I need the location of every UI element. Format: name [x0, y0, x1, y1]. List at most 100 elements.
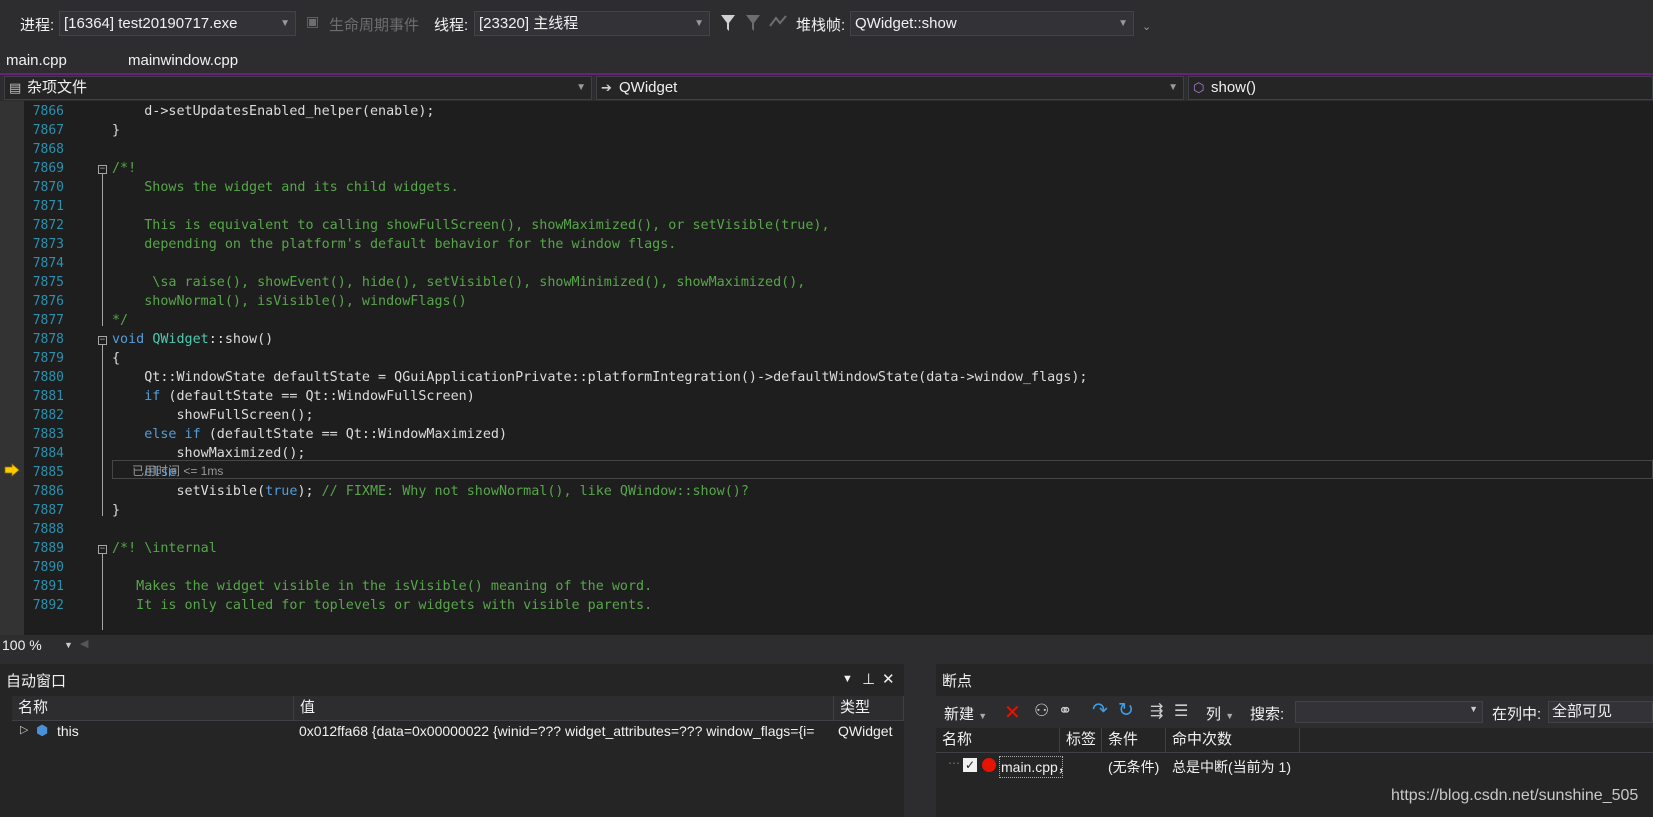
code-line[interactable]: void QWidget::show() — [112, 330, 273, 350]
process-select[interactable]: [16364] test20190717.exe ▼ — [59, 11, 296, 36]
filter-clear-icon[interactable] — [745, 14, 761, 32]
line-number: 7892 — [32, 598, 64, 613]
tab-mainwindow-cpp[interactable]: mainwindow.cpp — [128, 52, 238, 69]
line-number: 7877 — [32, 313, 64, 328]
method-icon: ⬡ — [1193, 80, 1205, 95]
thread-label: 线程: — [434, 17, 469, 34]
watermark: https://blog.csdn.net/sunshine_505 — [1391, 787, 1639, 804]
table-row[interactable]: ⋯ ✓ main.cpp，行 8 (无条件) 总是中断(当前为 1) — [936, 754, 1653, 778]
thread-flag-icon[interactable] — [769, 14, 787, 30]
delete-all-icon[interactable]: ⚇ — [1034, 701, 1049, 721]
code-editor[interactable]: 7866 d->setUpdatesEnabled_helper(enable)… — [0, 101, 1653, 635]
code-line[interactable]: Qt::WindowState defaultState = QGuiAppli… — [112, 368, 1087, 388]
col-hit-count[interactable]: 命中次数 — [1166, 728, 1300, 752]
chevron-down-icon: ▼ — [694, 18, 704, 29]
autos-header: 名称 值 类型 — [12, 696, 904, 721]
fold-guide — [102, 174, 103, 326]
breakpoint-hit-count: 总是中断(当前为 1) — [1172, 759, 1291, 775]
search-label: 搜索: — [1250, 706, 1285, 723]
code-line[interactable]: depending on the platform's default beha… — [112, 235, 676, 255]
close-icon[interactable]: ✕ — [882, 670, 895, 688]
line-number: 7866 — [32, 104, 64, 119]
export-icon[interactable]: ↷ — [1092, 699, 1108, 722]
col-labels[interactable]: 标签 — [1060, 728, 1102, 752]
code-line[interactable]: showNormal(), isVisible(), windowFlags() — [112, 292, 467, 312]
code-line[interactable]: else if (defaultState == Qt::WindowMaxim… — [112, 425, 507, 445]
member-select[interactable]: ⬡ show() — [1188, 76, 1653, 100]
tab-main-cpp[interactable]: main.cpp — [6, 52, 67, 69]
lifecycle-events-button[interactable]: 生命周期事件 — [329, 14, 419, 35]
fold-toggle-icon[interactable]: − — [98, 545, 107, 554]
breakpoints-header: 名称 标签 条件 命中次数 — [936, 728, 1653, 753]
code-line[interactable]: d->setUpdatesEnabled_helper(enable); — [112, 102, 434, 122]
code-line[interactable]: } — [112, 501, 120, 521]
breakpoints-toolbar: 新建 ▼ ✕ ⚇ ⚭ ↷ ↻ ⇶ ☰ 列 ▼ 搜索: ▼ 在列中: 全部可见 — [936, 696, 1653, 728]
code-line[interactable]: /*! \internal — [112, 539, 217, 559]
fold-toggle-icon[interactable]: − — [98, 165, 107, 174]
line-number: 7873 — [32, 237, 64, 252]
toolbar-overflow-icon[interactable]: ⌄ — [1142, 20, 1151, 33]
filter-icon[interactable] — [720, 14, 736, 32]
indicator-margin[interactable] — [0, 101, 24, 635]
pin-icon[interactable]: ⊥ — [862, 670, 875, 688]
fold-toggle-icon[interactable]: − — [98, 336, 107, 345]
pane-splitter[interactable] — [904, 664, 936, 817]
navigation-bar: ▤ 杂项文件 ▼ ➔ QWidget ▼ ⬡ show() — [0, 76, 1653, 101]
process-label: 进程: — [20, 17, 55, 34]
col-name[interactable]: 名称 — [12, 696, 294, 720]
thread-value: [23320] 主线程 — [479, 15, 579, 32]
col-value[interactable]: 值 — [294, 696, 834, 720]
code-line[interactable]: showMaximized(); — [112, 444, 305, 464]
zoom-select[interactable]: 100 % ▼ — [2, 635, 73, 655]
line-number: 7890 — [32, 560, 64, 575]
in-column-select[interactable]: 全部可见 — [1548, 701, 1653, 723]
line-number: 7891 — [32, 579, 64, 594]
code-line[interactable]: showFullScreen(); — [112, 406, 313, 426]
code-line[interactable]: */ — [112, 311, 128, 331]
project-select[interactable]: ▤ 杂项文件 ▼ — [4, 76, 592, 100]
thread-select[interactable]: [23320] 主线程 ▼ — [474, 11, 710, 36]
code-line[interactable]: \sa raise(), showEvent(), hide(), setVis… — [112, 273, 805, 293]
expand-icon[interactable]: ▷ — [20, 723, 28, 736]
line-number: 7870 — [32, 180, 64, 195]
var-name: this — [57, 723, 79, 739]
columns-button[interactable]: 列 ▼ — [1206, 703, 1234, 724]
table-row[interactable]: ▷ ⬢ this 0x012ffa68 {data=0x00000022 {wi… — [12, 721, 904, 743]
line-number: 7881 — [32, 389, 64, 404]
breakpoint-name[interactable]: main.cpp，行 8 — [999, 756, 1063, 778]
goto-disassembly-icon[interactable]: ☰ — [1174, 701, 1188, 721]
lifecycle-icon: ▣ — [306, 13, 320, 29]
search-input[interactable]: ▼ — [1295, 701, 1483, 723]
code-line[interactable]: This is equivalent to calling showFullSc… — [112, 216, 829, 236]
scroll-left-icon[interactable]: ◀ — [80, 637, 88, 650]
goto-source-icon[interactable]: ⇶ — [1150, 701, 1163, 721]
code-line[interactable]: setVisible(true); // FIXME: Why not show… — [112, 482, 748, 502]
code-line[interactable]: } — [112, 121, 120, 141]
code-line[interactable]: Makes the widget visible in the isVisibl… — [112, 577, 652, 597]
code-line[interactable]: { — [112, 349, 120, 369]
col-name[interactable]: 名称 — [936, 728, 1060, 752]
pane-menu-icon[interactable]: ▼ — [842, 673, 853, 685]
stackframe-select[interactable]: QWidget::show ▼ — [850, 11, 1134, 36]
code-line[interactable]: Shows the widget and its child widgets. — [112, 178, 458, 198]
enabled-checkbox[interactable]: ✓ — [963, 758, 977, 772]
code-line[interactable]: if (defaultState == Qt::WindowFullScreen… — [112, 387, 475, 407]
perf-tip[interactable]: 已用时间 <= 1ms — [132, 462, 223, 479]
import-icon[interactable]: ↻ — [1118, 699, 1134, 722]
var-value[interactable]: 0x012ffa68 {data=0x00000022 {winid=??? w… — [299, 723, 829, 739]
zoom-value: 100 % — [2, 637, 42, 653]
line-number: 7884 — [32, 446, 64, 461]
col-condition[interactable]: 条件 — [1102, 728, 1166, 752]
new-breakpoint-button[interactable]: 新建 ▼ — [944, 703, 987, 724]
scope-select[interactable]: ➔ QWidget ▼ — [596, 76, 1184, 100]
line-number: 7889 — [32, 541, 64, 556]
delete-icon[interactable]: ✕ — [1004, 700, 1021, 725]
line-number: 7876 — [32, 294, 64, 309]
toggle-all-icon[interactable]: ⚭ — [1058, 701, 1072, 721]
code-line[interactable]: /*! — [112, 159, 136, 179]
col-type[interactable]: 类型 — [834, 696, 904, 720]
current-line-highlight — [112, 460, 1653, 479]
code-line[interactable]: It is only called for toplevels or widge… — [112, 596, 652, 616]
line-number: 7874 — [32, 256, 64, 271]
in-column-value: 全部可见 — [1552, 703, 1613, 720]
